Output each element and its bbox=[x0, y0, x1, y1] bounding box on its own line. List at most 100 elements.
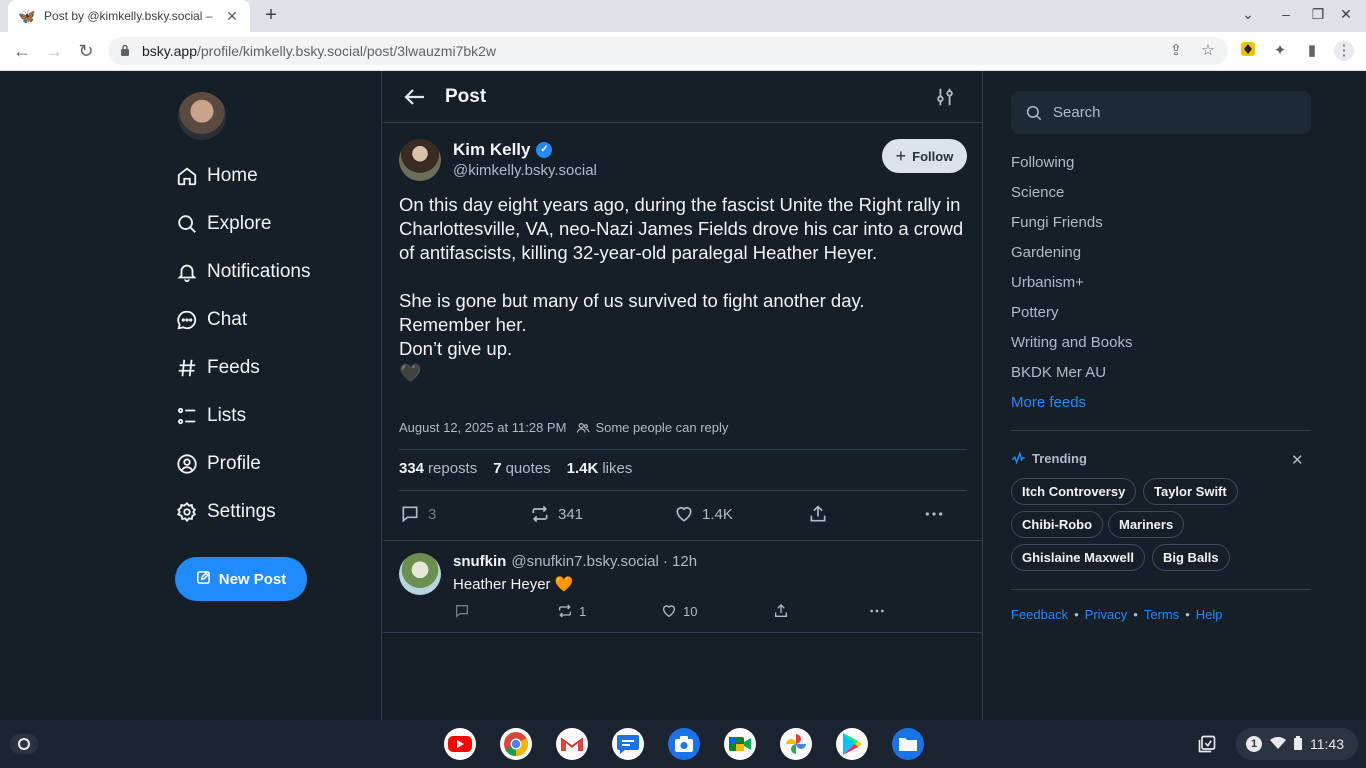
privacy-link[interactable]: Privacy bbox=[1085, 607, 1128, 622]
people-icon bbox=[576, 421, 590, 435]
trending-chip[interactable]: Mariners bbox=[1108, 511, 1185, 538]
more-feeds-link[interactable]: More feeds bbox=[1011, 394, 1086, 411]
reload-icon[interactable]: ↻ bbox=[74, 40, 98, 62]
photos-icon[interactable] bbox=[780, 728, 812, 760]
back-icon[interactable]: ← bbox=[10, 40, 34, 62]
repost-icon bbox=[556, 602, 574, 620]
reply-setting[interactable]: Some people can reply bbox=[595, 420, 728, 435]
reply-author-name[interactable]: snufkin bbox=[453, 553, 506, 570]
reply-like-button[interactable]: 10 bbox=[660, 601, 697, 621]
feed-link[interactable]: Science bbox=[1011, 184, 1064, 201]
camera-icon[interactable] bbox=[668, 728, 700, 760]
address-bar[interactable]: bsky.app/profile/kimkelly.bsky.social/po… bbox=[108, 37, 1228, 65]
new-tab-button[interactable]: + bbox=[260, 4, 282, 26]
post-line: Don’t give up. bbox=[399, 338, 513, 359]
launcher-button[interactable] bbox=[10, 734, 38, 754]
reply-button[interactable]: 3 bbox=[399, 502, 436, 526]
close-tab-icon[interactable]: ✕ bbox=[224, 8, 240, 25]
author-name[interactable]: Kim Kelly ✓ bbox=[453, 140, 553, 160]
reply-repost-count: 1 bbox=[579, 603, 587, 619]
gear-icon bbox=[176, 501, 198, 523]
play-store-icon[interactable] bbox=[836, 728, 868, 760]
like-button[interactable]: 1.4K bbox=[673, 502, 733, 526]
feed-link[interactable]: Gardening bbox=[1011, 244, 1081, 261]
more-options-button[interactable] bbox=[923, 502, 952, 526]
reply-author-handle[interactable]: @snufkin7.bsky.social bbox=[511, 553, 659, 570]
browser-tab[interactable]: 🦋 Post by @kimkelly.bsky.social – ✕ bbox=[8, 0, 250, 32]
trending-chip[interactable]: Taylor Swift bbox=[1143, 478, 1238, 505]
help-link[interactable]: Help bbox=[1196, 607, 1223, 622]
extensions-puzzle-icon[interactable]: ✦ bbox=[1270, 41, 1290, 61]
side-panel-icon[interactable]: ▮ bbox=[1302, 41, 1322, 61]
nav-home[interactable]: Home bbox=[176, 161, 258, 191]
divider bbox=[399, 490, 967, 491]
reply-more-button[interactable] bbox=[868, 601, 891, 621]
footer-links: Feedback • Privacy • Terms • Help bbox=[1011, 607, 1223, 622]
my-avatar[interactable] bbox=[178, 92, 226, 140]
follow-button[interactable]: + Follow bbox=[882, 139, 967, 173]
likes-stat[interactable]: 1.4K likes bbox=[567, 460, 633, 477]
extension-icon[interactable] bbox=[1238, 41, 1258, 61]
like-count: 1.4K bbox=[702, 505, 733, 523]
trending-chip[interactable]: Chibi-Robo bbox=[1011, 511, 1104, 538]
author-handle[interactable]: @kimkelly.bsky.social bbox=[453, 162, 597, 179]
search-input[interactable]: Search bbox=[1011, 91, 1311, 134]
divider bbox=[1011, 589, 1311, 590]
trending-chip[interactable]: Itch Controversy bbox=[1011, 478, 1137, 505]
repost-button[interactable]: 341 bbox=[529, 502, 583, 526]
hash-icon bbox=[176, 357, 198, 379]
minimize-icon[interactable]: – bbox=[1276, 6, 1296, 22]
bluesky-app: Home Explore Notifications Chat Feeds Li… bbox=[0, 71, 1366, 720]
feed-link[interactable]: Urbanism+ bbox=[1011, 274, 1084, 291]
nav-feeds[interactable]: Feeds bbox=[176, 353, 260, 383]
thread-settings-icon[interactable] bbox=[934, 86, 956, 108]
tote-icon[interactable] bbox=[1194, 731, 1220, 757]
reply-reply-button[interactable] bbox=[453, 601, 476, 621]
reply-share-button[interactable] bbox=[772, 601, 795, 621]
author-avatar[interactable] bbox=[399, 139, 441, 181]
nav-notifications[interactable]: Notifications bbox=[176, 257, 311, 287]
reply-repost-button[interactable]: 1 bbox=[556, 601, 586, 621]
quotes-stat[interactable]: 7 quotes bbox=[493, 460, 550, 477]
new-post-button[interactable]: New Post bbox=[175, 557, 307, 601]
home-icon bbox=[176, 165, 198, 187]
close-trending-icon[interactable]: ✕ bbox=[1291, 451, 1304, 469]
chrome-icon[interactable] bbox=[500, 728, 532, 760]
meet-icon[interactable] bbox=[724, 728, 756, 760]
menu-kebab-icon[interactable]: ⋮ bbox=[1334, 41, 1354, 61]
back-arrow-icon[interactable] bbox=[403, 85, 429, 109]
bookmark-star-icon[interactable]: ☆ bbox=[1198, 41, 1218, 61]
nav-explore[interactable]: Explore bbox=[176, 209, 271, 239]
nav-chat[interactable]: Chat bbox=[176, 305, 247, 335]
feed-link[interactable]: Fungi Friends bbox=[1011, 214, 1103, 231]
feed-link[interactable]: BKDK Mer AU bbox=[1011, 364, 1106, 381]
feedback-link[interactable]: Feedback bbox=[1011, 607, 1068, 622]
repost-icon bbox=[529, 503, 551, 525]
trending-chip[interactable]: Ghislaine Maxwell bbox=[1011, 544, 1145, 571]
post-line: She is gone but many of us survived to f… bbox=[399, 290, 865, 311]
nav-profile[interactable]: Profile bbox=[176, 449, 261, 479]
tab-search-icon[interactable]: ⌄ bbox=[1238, 6, 1258, 23]
files-icon[interactable] bbox=[892, 728, 924, 760]
status-tray[interactable]: 1 11:43 bbox=[1236, 728, 1358, 760]
repost-count: 341 bbox=[558, 505, 584, 523]
gmail-icon[interactable] bbox=[556, 728, 588, 760]
feed-link[interactable]: Writing and Books bbox=[1011, 334, 1132, 351]
trending-chip[interactable]: Big Balls bbox=[1152, 544, 1230, 571]
feed-link[interactable]: Pottery bbox=[1011, 304, 1059, 321]
close-window-icon[interactable]: ✕ bbox=[1336, 6, 1356, 23]
nav-settings[interactable]: Settings bbox=[176, 497, 276, 527]
reposts-stat[interactable]: 334 reposts bbox=[399, 460, 477, 477]
reply-post[interactable]: snufkin @snufkin7.bsky.social · 12h Heat… bbox=[383, 540, 983, 633]
terms-link[interactable]: Terms bbox=[1144, 607, 1179, 622]
share-button[interactable] bbox=[807, 502, 836, 526]
forward-icon[interactable]: → bbox=[42, 40, 66, 62]
reply-author-avatar[interactable] bbox=[399, 553, 441, 595]
feed-link[interactable]: Following bbox=[1011, 154, 1074, 171]
nav-lists[interactable]: Lists bbox=[176, 401, 246, 431]
youtube-icon[interactable] bbox=[444, 728, 476, 760]
restore-icon[interactable]: ❐ bbox=[1308, 6, 1328, 23]
share-icon[interactable]: ⇪ bbox=[1166, 41, 1186, 61]
lock-icon[interactable] bbox=[120, 44, 134, 59]
messages-icon[interactable] bbox=[612, 728, 644, 760]
